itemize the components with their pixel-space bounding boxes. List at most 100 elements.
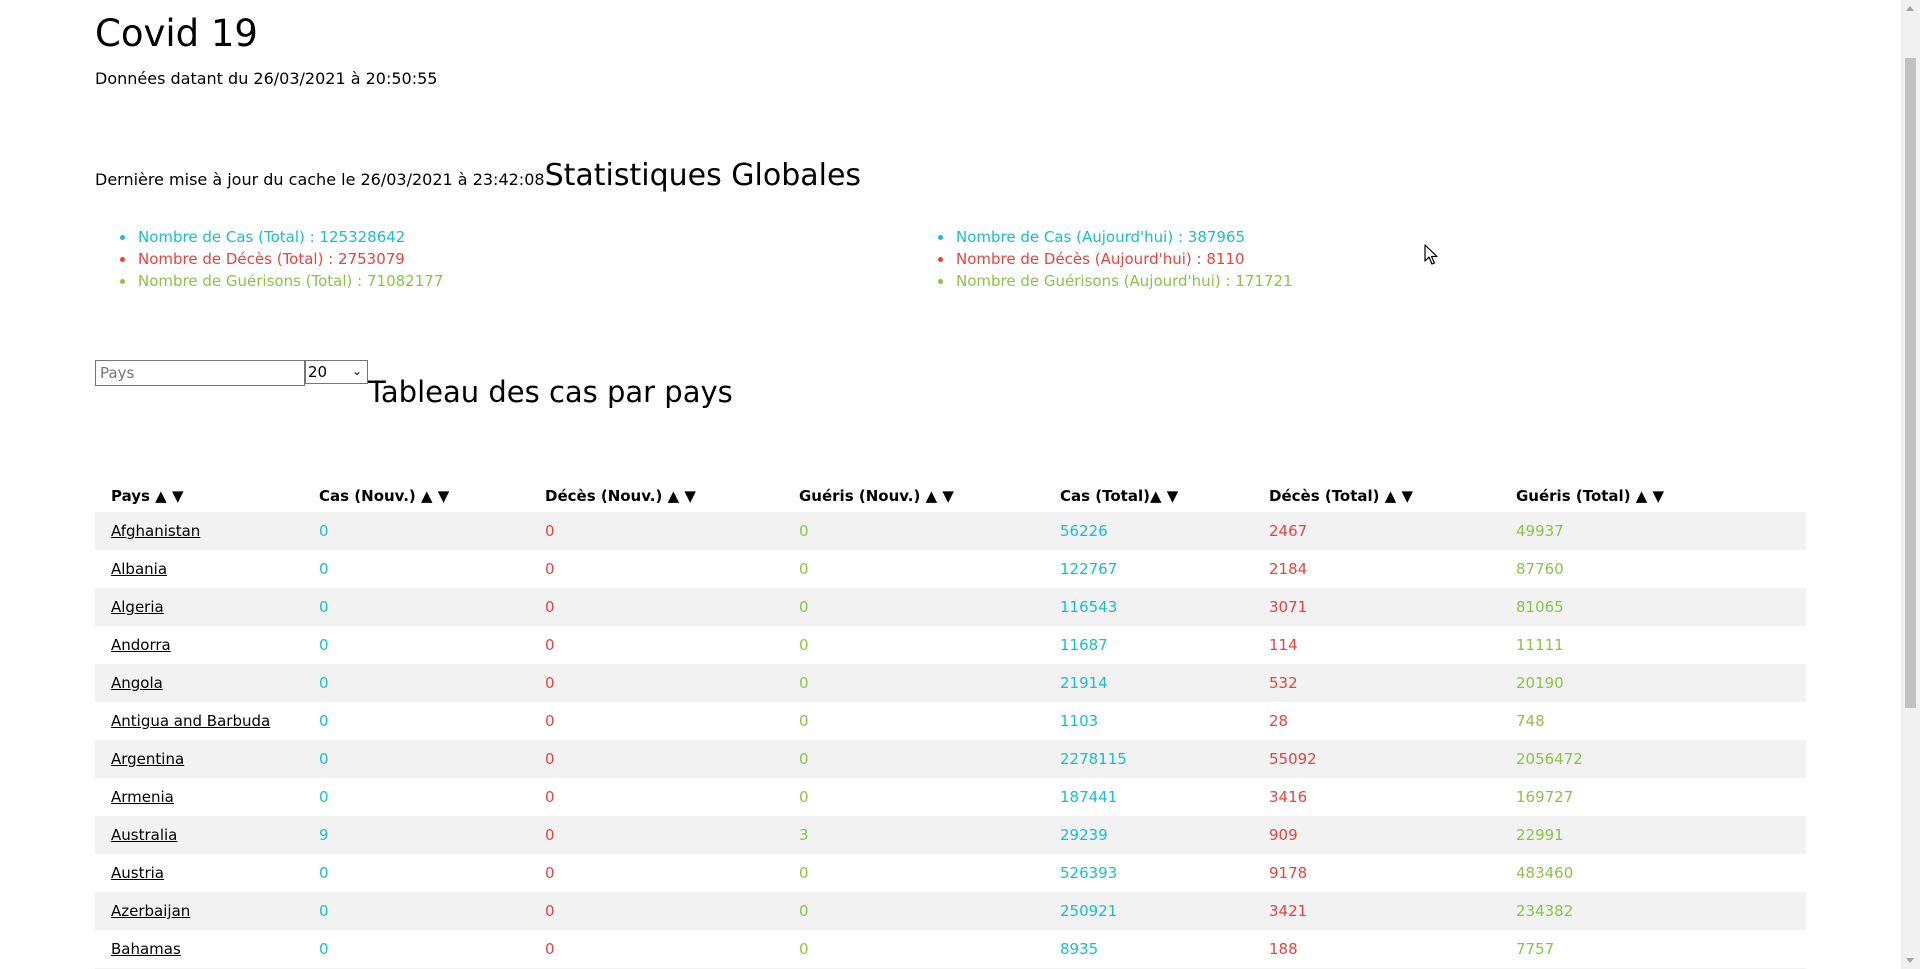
cell-country: Andorra: [95, 626, 303, 664]
cell-country: Argentina: [95, 740, 303, 778]
cell-total-deaths: 114: [1269, 636, 1298, 654]
table-row: Antigua and Barbuda 0 0 0 1103 28 748: [95, 702, 1806, 740]
cell-new-cases: 0: [319, 636, 329, 654]
cell-total-recovered: 49937: [1516, 522, 1564, 540]
country-link[interactable]: Bahamas: [111, 940, 181, 958]
cell-new-recovered: 0: [799, 788, 809, 806]
global-stats-total: Nombre de Cas (Total) : 125328642 Nombre…: [95, 226, 443, 292]
scroll-up-arrow-icon[interactable]: [1906, 6, 1914, 11]
cell-total-cases: 21914: [1060, 674, 1108, 692]
cell-country: Austria: [95, 854, 303, 892]
table-row: Bahamas 0 0 0 8935 188 7757: [95, 930, 1806, 968]
table-row: Andorra 0 0 0 11687 114 11111: [95, 626, 1806, 664]
col-header-country[interactable]: Pays ▲ ▼: [95, 479, 303, 512]
chevron-down-icon: ⌄: [351, 364, 362, 378]
col-header-total-recovered[interactable]: Guéris (Total) ▲ ▼: [1500, 479, 1806, 512]
country-link[interactable]: Albania: [111, 560, 167, 578]
cases-table: Pays ▲ ▼ Cas (Nouv.) ▲ ▼ Décès (Nouv.) ▲…: [95, 479, 1806, 969]
cell-country: Albania: [95, 550, 303, 588]
table-row: Angola 0 0 0 21914 532 20190: [95, 664, 1806, 702]
cell-total-recovered: 7757: [1516, 940, 1555, 958]
cell-new-cases: 0: [319, 864, 329, 882]
cell-new-recovered: 0: [799, 598, 809, 616]
cell-total-cases: 2278115: [1060, 750, 1127, 768]
country-link[interactable]: Australia: [111, 826, 177, 844]
cell-total-recovered: 11111: [1516, 636, 1564, 654]
page-scrollbar[interactable]: [1901, 0, 1920, 969]
cell-new-recovered: 0: [799, 522, 809, 540]
table-controls: 20 ⌄ Tableau des cas par pays: [95, 360, 733, 409]
col-header-new-deaths[interactable]: Décès (Nouv.) ▲ ▼: [529, 479, 783, 512]
cell-new-deaths: 0: [545, 712, 555, 730]
cell-total-recovered: 87760: [1516, 560, 1564, 578]
country-link[interactable]: Angola: [111, 674, 163, 692]
cell-total-deaths: 9178: [1269, 864, 1308, 882]
cell-total-cases: 526393: [1060, 864, 1118, 882]
scroll-down-arrow-icon[interactable]: [1906, 958, 1914, 963]
table-row: Argentina 0 0 0 2278115 55092 2056472: [95, 740, 1806, 778]
cell-total-recovered: 2056472: [1516, 750, 1583, 768]
cell-new-recovered: 0: [799, 636, 809, 654]
stat-today-recoveries: Nombre de Guérisons (Aujourd'hui) : 1717…: [938, 272, 1293, 290]
cell-total-recovered: 81065: [1516, 598, 1564, 616]
col-header-total-cases[interactable]: Cas (Total)▲ ▼: [1044, 479, 1253, 512]
table-heading: Tableau des cas par pays: [368, 375, 733, 409]
country-link[interactable]: Antigua and Barbuda: [111, 712, 270, 730]
cell-new-cases: 0: [319, 750, 329, 768]
col-header-total-deaths[interactable]: Décès (Total) ▲ ▼: [1253, 479, 1500, 512]
country-link[interactable]: Armenia: [111, 788, 174, 806]
page-size-select[interactable]: 20 ⌄: [305, 360, 368, 384]
page: Covid 19 Données datant du 26/03/2021 à …: [0, 0, 1901, 969]
cell-new-recovered: 0: [799, 864, 809, 882]
country-search-input[interactable]: [95, 360, 305, 386]
stats-heading: Statistiques Globales: [544, 158, 862, 193]
table-body: Afghanistan 0 0 0 56226 2467 49937 Albania 0 0 0 12…: [95, 512, 1806, 969]
cell-new-cases: 0: [319, 712, 329, 730]
cell-total-deaths: 3416: [1269, 788, 1308, 806]
table-row: Armenia 0 0 0 187441 3416 169727: [95, 778, 1806, 816]
country-link[interactable]: Azerbaijan: [111, 902, 190, 920]
stat-total-deaths: Nombre de Décès (Total) : 2753079: [119, 248, 443, 270]
table-row: Algeria 0 0 0 116543 3071 81065: [95, 588, 1806, 626]
country-link[interactable]: Algeria: [111, 598, 164, 616]
mouse-cursor-icon: [1424, 244, 1438, 265]
table-row: Albania 0 0 0 122767 2184 87760: [95, 550, 1806, 588]
country-link[interactable]: Argentina: [111, 750, 184, 768]
cell-new-recovered: 0: [799, 674, 809, 692]
cell-country: Angola: [95, 664, 303, 702]
cell-total-recovered: 169727: [1516, 788, 1574, 806]
country-link[interactable]: Afghanistan: [111, 522, 200, 540]
country-link[interactable]: Austria: [111, 864, 164, 882]
cell-country: Australia: [95, 816, 303, 854]
country-link[interactable]: Andorra: [111, 636, 171, 654]
cell-total-deaths: 2467: [1269, 522, 1308, 540]
table-row: Austria 0 0 0 526393 9178 483460: [95, 854, 1806, 892]
cell-country: Bahamas: [95, 930, 303, 968]
cell-new-cases: 0: [319, 598, 329, 616]
cell-total-deaths: 3071: [1269, 598, 1308, 616]
col-header-new-recovered[interactable]: Guéris (Nouv.) ▲ ▼: [783, 479, 1044, 512]
cell-country: Algeria: [95, 588, 303, 626]
page-size-value: 20: [308, 363, 328, 381]
cell-total-deaths: 3421: [1269, 902, 1308, 920]
stat-total-cases: Nombre de Cas (Total) : 125328642: [119, 226, 443, 248]
col-header-new-cases[interactable]: Cas (Nouv.) ▲ ▼: [303, 479, 529, 512]
scrollbar-thumb[interactable]: [1905, 58, 1916, 708]
cell-new-deaths: 0: [545, 940, 555, 958]
stat-total-recoveries: Nombre de Guérisons (Total) : 71082177: [119, 272, 444, 290]
cell-total-cases: 250921: [1060, 902, 1118, 920]
cell-new-deaths: 0: [545, 864, 555, 882]
cell-total-deaths: 909: [1269, 826, 1298, 844]
cell-new-cases: 9: [319, 826, 329, 844]
table-row: Afghanistan 0 0 0 56226 2467 49937: [95, 512, 1806, 550]
cell-total-cases: 56226: [1060, 522, 1108, 540]
cache-line: Dernière mise à jour du cache le 26/03/2…: [95, 158, 861, 194]
cache-update-text: Dernière mise à jour du cache le 26/03/2…: [95, 170, 545, 189]
cell-total-deaths: 188: [1269, 940, 1298, 958]
cell-total-recovered: 22991: [1516, 826, 1564, 844]
cell-total-recovered: 234382: [1516, 902, 1574, 920]
cell-new-deaths: 0: [545, 522, 555, 540]
cell-new-recovered: 0: [799, 712, 809, 730]
cell-country: Armenia: [95, 778, 303, 816]
global-stats-today: Nombre de Cas (Aujourd'hui) : 387965 Nom…: [913, 226, 1293, 292]
